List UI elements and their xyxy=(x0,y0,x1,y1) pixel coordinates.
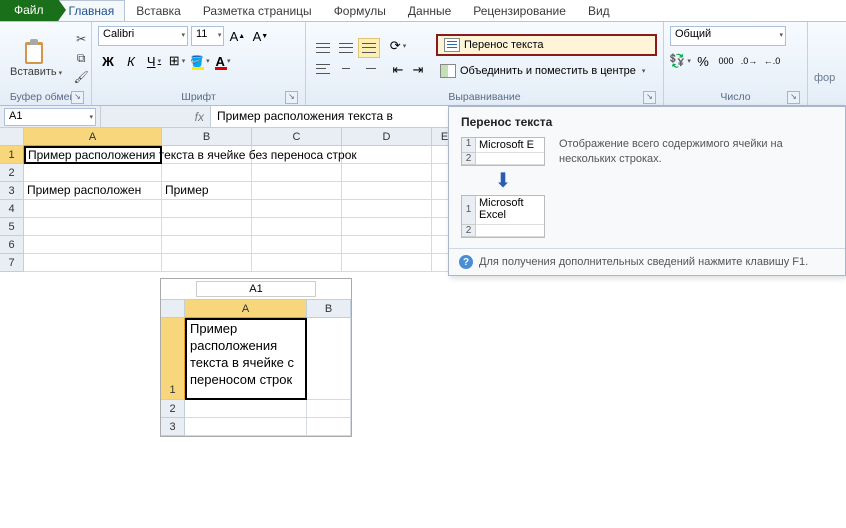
group-label-font: Шрифт ↘ xyxy=(98,90,299,104)
cell-D3[interactable] xyxy=(342,182,432,200)
col-header-B[interactable]: B xyxy=(162,128,252,146)
number-dialog-launcher[interactable]: ↘ xyxy=(787,91,800,104)
underline-button[interactable]: Ч▾ xyxy=(144,51,164,71)
row-header-1[interactable]: 1 xyxy=(0,146,24,164)
cell-B3[interactable]: Пример xyxy=(162,182,252,200)
inset-name-box[interactable]: A1 xyxy=(196,281,316,297)
ribbon-tabstrip: Файл Главная Вставка Разметка страницы Ф… xyxy=(0,0,846,22)
row-header-2[interactable]: 2 xyxy=(0,164,24,182)
decrease-decimal-button[interactable]: ←.0 xyxy=(762,51,782,71)
down-arrow-icon: ⬇ xyxy=(461,166,545,195)
row-header-7[interactable]: 7 xyxy=(0,254,24,272)
tab-home[interactable]: Главная xyxy=(58,0,126,21)
increase-indent-button[interactable]: ⇥ xyxy=(408,60,428,80)
inset-row-2[interactable]: 2 xyxy=(161,400,185,418)
inset-cell-A1[interactable]: Пример расположения текста в ячейке с пе… xyxy=(185,318,307,400)
decrease-indent-button[interactable]: ⇤ xyxy=(388,60,408,80)
merge-icon xyxy=(440,64,456,78)
cell-A1[interactable]: Пример расположения текста в ячейке без … xyxy=(24,146,162,164)
fx-icon[interactable]: fx xyxy=(195,110,204,124)
col-header-A[interactable]: A xyxy=(24,128,162,146)
wrap-text-icon xyxy=(444,38,460,52)
cell-B2[interactable] xyxy=(162,164,252,182)
inset-col-B[interactable]: B xyxy=(307,300,351,318)
inset-col-A[interactable]: A xyxy=(185,300,307,318)
bold-button[interactable]: Ж xyxy=(98,51,118,71)
name-box[interactable]: A1▾ xyxy=(4,108,96,126)
row-header-3[interactable]: 3 xyxy=(0,182,24,200)
orientation-button[interactable]: ⟳▾ xyxy=(388,36,408,56)
group-label-clipboard: Буфер обмена ↘ xyxy=(6,90,85,104)
inset-row-3[interactable]: 3 xyxy=(161,418,185,436)
accounting-format-button[interactable]: 💱▾ xyxy=(670,51,690,71)
clipboard-dialog-launcher[interactable]: ↘ xyxy=(71,91,84,104)
comma-button[interactable]: 000 xyxy=(716,51,736,71)
align-center-button[interactable] xyxy=(335,59,357,79)
increase-font-icon[interactable]: A▲ xyxy=(227,26,247,46)
col-header-C[interactable]: C xyxy=(252,128,342,146)
tab-review[interactable]: Рецензирование xyxy=(462,0,577,21)
border-button[interactable]: ⊞▾ xyxy=(167,51,187,71)
cell-A3[interactable]: Пример расположен xyxy=(24,182,162,200)
help-icon: ? xyxy=(459,255,473,269)
vertical-align-group xyxy=(312,38,380,79)
font-dialog-launcher[interactable]: ↘ xyxy=(285,91,298,104)
tooltip-demo: 1Microsoft E 2 ⬇ 1MicrosoftExcel 2 xyxy=(461,137,545,238)
align-left-button[interactable] xyxy=(312,59,334,79)
alignment-dialog-launcher[interactable]: ↘ xyxy=(643,91,656,104)
italic-button[interactable]: К xyxy=(121,51,141,71)
font-family-select[interactable]: Calibri▾ xyxy=(98,26,188,46)
align-bottom-button[interactable] xyxy=(358,38,380,58)
cut-icon[interactable]: ✂ xyxy=(73,31,89,47)
tooltip-help: ? Для получения дополнительных сведений … xyxy=(449,248,845,275)
increase-decimal-button[interactable]: .0→ xyxy=(739,51,759,71)
inset-row-1[interactable]: 1 xyxy=(161,318,185,400)
font-size-select[interactable]: 11▾ xyxy=(191,26,224,46)
merge-center-button[interactable]: Объединить и поместить в центре▾ xyxy=(436,60,657,82)
align-middle-button[interactable] xyxy=(335,38,357,58)
row-header-5[interactable]: 5 xyxy=(0,218,24,236)
inset-cell-B1[interactable] xyxy=(307,318,351,400)
wrap-text-button[interactable]: Перенос текста xyxy=(436,34,657,56)
tooltip-title: Перенос текста xyxy=(449,107,845,133)
number-format-select[interactable]: Общий▾ xyxy=(670,26,786,46)
decrease-font-icon[interactable]: A▼ xyxy=(250,26,270,46)
align-right-button[interactable] xyxy=(358,59,380,79)
font-color-button[interactable]: A▾ xyxy=(213,51,233,71)
tooltip-description: Отображение всего содержимого ячейки на … xyxy=(559,137,833,238)
copy-icon[interactable]: ⧉ xyxy=(73,50,89,66)
cell-C2[interactable] xyxy=(252,164,342,182)
cell-A2[interactable] xyxy=(24,164,162,182)
cell-D2[interactable] xyxy=(342,164,432,182)
tab-page-layout[interactable]: Разметка страницы xyxy=(192,0,323,21)
ribbon: Вставить▾ ✂ ⧉ 🖌 Буфер обмена ↘ Calibri▾ … xyxy=(0,22,846,106)
clipboard-icon xyxy=(23,38,49,66)
truncated-group-hint: фор xyxy=(814,72,835,84)
tab-data[interactable]: Данные xyxy=(397,0,462,21)
align-top-button[interactable] xyxy=(312,38,334,58)
tab-insert[interactable]: Вставка xyxy=(125,0,192,21)
row-header-6[interactable]: 6 xyxy=(0,236,24,254)
select-all-corner[interactable] xyxy=(0,128,24,146)
group-label-number: Число ↘ xyxy=(670,90,801,104)
format-painter-icon[interactable]: 🖌 xyxy=(73,69,89,85)
group-label-alignment: Выравнивание ↘ xyxy=(312,90,657,104)
tab-formulas[interactable]: Формулы xyxy=(323,0,397,21)
wrap-text-tooltip: Перенос текста 1Microsoft E 2 ⬇ 1Microso… xyxy=(448,106,846,276)
inset-select-all[interactable] xyxy=(161,300,185,318)
cell-C3[interactable] xyxy=(252,182,342,200)
inset-worksheet: A1 A B 1 Пример расположения текста в яч… xyxy=(160,278,352,437)
fill-color-button[interactable]: 🪣▾ xyxy=(190,51,210,71)
row-header-4[interactable]: 4 xyxy=(0,200,24,218)
tab-view[interactable]: Вид xyxy=(577,0,621,21)
paste-button[interactable]: Вставить▾ xyxy=(6,36,66,80)
col-header-D[interactable]: D xyxy=(342,128,432,146)
percent-button[interactable]: % xyxy=(693,51,713,71)
file-tab[interactable]: Файл xyxy=(0,0,58,21)
